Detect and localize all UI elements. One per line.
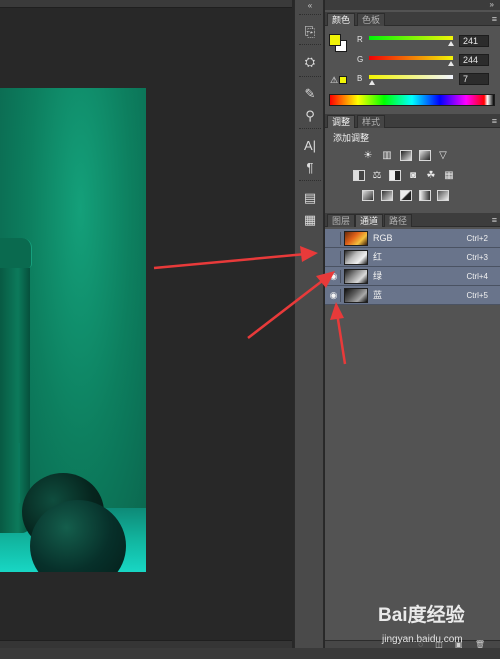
channel-shortcut: Ctrl+5: [466, 291, 488, 300]
eye-icon[interactable]: ◉: [327, 289, 341, 302]
photo-filter-icon[interactable]: ◙: [407, 170, 419, 181]
watermark-logo: Bai度经验: [378, 605, 465, 626]
document-image[interactable]: [0, 88, 146, 572]
image-glass-rim: [0, 238, 32, 268]
actions-icon[interactable]: ⛭: [300, 52, 320, 70]
visibility-toggle[interactable]: [327, 251, 341, 264]
foreground-color-swatch[interactable]: [329, 34, 341, 46]
gradient-map-icon[interactable]: [419, 190, 431, 201]
brush-presets-icon[interactable]: ✎: [300, 84, 320, 102]
channels-panel: RGB Ctrl+2 红 Ctrl+3 ◉ 绿 Ctrl+4 ◉ 蓝 Ctrl+…: [325, 227, 500, 640]
color-panel-tabbar: 颜色 色板 ≡: [325, 12, 500, 26]
channel-row-red[interactable]: 红 Ctrl+3: [325, 248, 500, 267]
color-spectrum-ramp[interactable]: [329, 94, 495, 106]
adjustments-panel: 添加调整 ☀ ▥ ▽ ⚖ ◙ ☘ ▦: [325, 128, 500, 212]
panel-dock-strip: « ⎘ ⛭ ✎ ⚲ A| ¶ ▤ ▦: [294, 0, 324, 648]
clone-source-icon[interactable]: ⚲: [300, 106, 320, 124]
color-balance-icon[interactable]: ⚖: [371, 170, 383, 181]
channel-b-slider[interactable]: [369, 75, 453, 79]
channels-panel-tabbar: 图层 通道 路径 ≡: [325, 213, 500, 227]
tab-paths[interactable]: 路径: [384, 214, 413, 227]
invert-icon[interactable]: [362, 190, 374, 201]
panel-column-header: »: [325, 0, 500, 10]
panel-menu-icon[interactable]: ≡: [492, 214, 497, 226]
channel-g-field[interactable]: 244: [459, 54, 489, 66]
tab-color[interactable]: 颜色: [327, 13, 356, 26]
channel-r-thumb[interactable]: [448, 41, 454, 46]
channel-r-label: R: [357, 35, 363, 44]
adjustments-title: 添加调整: [333, 133, 370, 143]
channel-thumbnail: [344, 250, 368, 265]
brightness-contrast-icon[interactable]: ☀: [362, 150, 374, 161]
visibility-toggle[interactable]: [327, 232, 341, 245]
double-chevron-icon[interactable]: »: [490, 0, 494, 10]
gamut-warning-swatch[interactable]: [339, 76, 347, 84]
tool-group-separator: [299, 128, 321, 130]
channel-b-thumb[interactable]: [369, 80, 375, 85]
tab-channels[interactable]: 通道: [355, 214, 384, 227]
tool-group-separator: [299, 76, 321, 78]
channel-shortcut: Ctrl+4: [466, 272, 488, 281]
channel-row-blue[interactable]: ◉ 蓝 Ctrl+5: [325, 286, 500, 305]
history-icon[interactable]: ⎘: [300, 22, 320, 40]
tab-swatches[interactable]: 色板: [357, 13, 386, 26]
channel-shortcut: Ctrl+3: [466, 253, 488, 262]
tool-group-separator: [299, 180, 321, 182]
paragraph-icon[interactable]: ¶: [300, 158, 320, 176]
document-scrollbar[interactable]: [0, 640, 292, 648]
channel-name: RGB: [373, 233, 393, 243]
channel-mixer-icon[interactable]: ☘: [425, 170, 437, 181]
panel-menu-icon[interactable]: ≡: [492, 13, 497, 25]
levels-icon[interactable]: ▥: [381, 150, 393, 161]
image-fruit-stem: [18, 443, 20, 503]
exposure-icon[interactable]: [419, 150, 431, 161]
channel-shortcut: Ctrl+2: [466, 234, 488, 243]
channel-thumbnail: [344, 269, 368, 284]
channel-r-slider[interactable]: [369, 36, 453, 40]
watermark: Bai度经验 jingyan.baidu.com: [378, 604, 498, 656]
document-canvas[interactable]: [0, 0, 292, 648]
eye-icon[interactable]: ◉: [327, 270, 341, 283]
channel-name: 绿: [373, 271, 383, 281]
posterize-icon[interactable]: [381, 190, 393, 201]
layer-comps-icon[interactable]: ▤: [300, 188, 320, 206]
panel-menu-icon[interactable]: ≡: [492, 115, 497, 127]
channel-g-label: G: [357, 55, 364, 64]
curves-icon[interactable]: [400, 150, 412, 161]
channel-thumbnail: [344, 231, 368, 246]
channel-row-green[interactable]: ◉ 绿 Ctrl+4: [325, 267, 500, 286]
channel-name: 蓝: [373, 290, 383, 300]
channel-g-thumb[interactable]: [448, 61, 454, 66]
channel-b-field[interactable]: 7: [459, 73, 489, 85]
channel-thumbnail: [344, 288, 368, 303]
tab-layers[interactable]: 图层: [327, 214, 356, 227]
info-icon[interactable]: ▦: [300, 210, 320, 228]
threshold-icon[interactable]: [400, 190, 412, 201]
right-panel-column: » 颜色 色板 ≡ ⚠ R 241 G 244 B 7 调整 样式 ≡ 添加调整…: [325, 0, 500, 649]
tool-group-separator: [299, 14, 321, 16]
adjustments-panel-tabbar: 调整 样式 ≡: [325, 114, 500, 128]
hue-saturation-icon[interactable]: [353, 170, 365, 181]
channel-row-rgb[interactable]: RGB Ctrl+2: [325, 229, 500, 248]
channel-g-slider[interactable]: [369, 56, 453, 60]
channel-b-label: B: [357, 74, 363, 83]
double-chevron-icon[interactable]: «: [295, 2, 325, 10]
color-panel: ⚠ R 241 G 244 B 7: [325, 26, 500, 114]
watermark-url: jingyan.baidu.com: [382, 634, 463, 645]
channel-name: 红: [373, 252, 383, 262]
color-lookup-icon[interactable]: ▦: [443, 170, 455, 181]
channel-r-field[interactable]: 241: [459, 35, 489, 47]
selective-color-icon[interactable]: [437, 190, 449, 201]
character-icon[interactable]: A|: [300, 136, 320, 154]
image-glass: [0, 238, 30, 533]
black-white-icon[interactable]: [389, 170, 401, 181]
tab-adjustments[interactable]: 调整: [327, 115, 356, 128]
vibrance-icon[interactable]: ▽: [437, 150, 449, 161]
tool-group-separator: [299, 44, 321, 46]
gamut-warning-icon[interactable]: ⚠: [330, 75, 338, 86]
document-ruler-top: [0, 0, 292, 8]
tab-styles[interactable]: 样式: [357, 115, 386, 128]
